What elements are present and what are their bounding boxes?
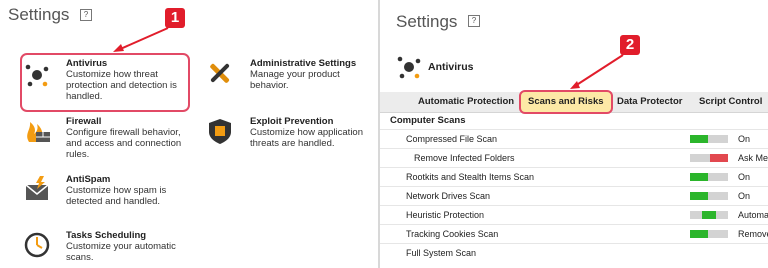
antispam-icon xyxy=(22,174,52,204)
setting-label: Compressed File Scan xyxy=(406,134,498,144)
clock-icon xyxy=(22,230,52,260)
setting-status: On xyxy=(738,134,751,144)
feature-name: Tasks Scheduling xyxy=(66,230,147,241)
tab-automatic-protection[interactable]: Automatic Protection xyxy=(418,92,514,112)
toggle-fill xyxy=(690,230,708,238)
feature-name: Exploit Prevention xyxy=(250,116,334,127)
scan-setting-row: Heuristic Protection Automa xyxy=(380,205,768,225)
setting-label: Full System Scan xyxy=(406,248,477,258)
toggle-fill xyxy=(702,211,716,219)
feature-name: Administrative Settings xyxy=(250,58,357,69)
feature-firewall[interactable]: Firewall Configure firewall behavior, an… xyxy=(66,116,181,160)
module-title: Antivirus xyxy=(428,61,474,73)
setting-label: Heuristic Protection xyxy=(406,210,485,220)
feature-tasks-scheduling[interactable]: Tasks Scheduling Customize your automati… xyxy=(66,230,176,263)
feature-desc: Customize how application xyxy=(250,127,364,138)
feature-desc: Customize how threat xyxy=(66,69,158,80)
setting-status: On xyxy=(738,172,751,182)
toggle-fill xyxy=(690,192,708,200)
setting-toggle[interactable] xyxy=(690,192,728,200)
feature-desc: Configure firewall behavior, xyxy=(66,127,181,138)
tools-icon xyxy=(205,58,235,88)
setting-toggle[interactable] xyxy=(690,173,728,181)
setting-toggle[interactable] xyxy=(690,230,728,238)
feature-desc: Manage your product xyxy=(250,69,340,80)
feature-desc: Customize your automatic xyxy=(66,241,176,252)
setting-label: Rootkits and Stealth Items Scan xyxy=(406,172,535,182)
feature-desc: detected and handled. xyxy=(66,196,161,207)
setting-status: On xyxy=(738,191,751,201)
feature-name: Firewall xyxy=(66,116,102,127)
setting-status: Ask Me xyxy=(738,153,768,163)
setting-status: Remove xyxy=(738,229,768,239)
scan-setting-row: Network Drives Scan On xyxy=(380,186,768,206)
tab-data-protector[interactable]: Data Protector xyxy=(617,92,682,112)
feature-desc: protection and detection is xyxy=(66,80,177,91)
scan-setting-row: Remove Infected Folders Ask Me xyxy=(380,148,768,168)
tab-bar: Automatic Protection Scans and Risks Dat… xyxy=(380,90,768,114)
feature-exploit-prevention[interactable]: Exploit Prevention Customize how applica… xyxy=(250,116,363,149)
feature-name: Antivirus xyxy=(66,58,108,69)
scan-setting-row: Compressed File Scan On xyxy=(380,129,768,149)
toggle-fill xyxy=(690,135,708,143)
setting-toggle[interactable] xyxy=(690,135,728,143)
scan-setting-row: Tracking Cookies Scan Remove xyxy=(380,224,768,244)
shield-icon xyxy=(205,116,235,146)
setting-status: Automa xyxy=(738,210,768,220)
antivirus-icon xyxy=(394,52,424,82)
feature-administrative-settings[interactable]: Administrative Settings Manage your prod… xyxy=(250,58,356,91)
antivirus-icon xyxy=(22,60,52,90)
feature-desc: rules. xyxy=(66,149,90,160)
feature-desc: Customize how spam is xyxy=(66,185,167,196)
settings-panel-left: Settings ? 1 Antivirus Customize how thr… xyxy=(0,0,378,268)
feature-desc: handled. xyxy=(66,91,103,102)
scan-setting-row: Full System Scan xyxy=(380,243,768,263)
setting-label: Network Drives Scan xyxy=(406,191,491,201)
scan-setting-row: Rootkits and Stealth Items Scan On xyxy=(380,167,768,187)
setting-label: Remove Infected Folders xyxy=(414,153,515,163)
setting-toggle[interactable] xyxy=(690,154,728,162)
section-title: Computer Scans xyxy=(390,115,466,126)
feature-name: AntiSpam xyxy=(66,174,111,185)
feature-antispam[interactable]: AntiSpam Customize how spam is detected … xyxy=(66,174,166,207)
toggle-fill xyxy=(690,173,708,181)
tab-scans-and-risks[interactable]: Scans and Risks xyxy=(519,90,613,114)
firewall-icon xyxy=(22,116,52,146)
toggle-fill xyxy=(710,154,728,162)
feature-desc: scans. xyxy=(66,252,94,263)
feature-desc: threats are handled. xyxy=(250,138,335,149)
feature-antivirus[interactable]: Antivirus Customize how threat protectio… xyxy=(66,58,177,102)
feature-desc: behavior. xyxy=(250,80,289,91)
settings-panel-right: Settings ? 2 Antivirus Automatic Protect… xyxy=(380,0,768,268)
tab-script-control[interactable]: Script Control xyxy=(699,92,762,112)
setting-toggle[interactable] xyxy=(690,211,728,219)
setting-label: Tracking Cookies Scan xyxy=(406,229,499,239)
feature-desc: and access and connection xyxy=(66,138,182,149)
